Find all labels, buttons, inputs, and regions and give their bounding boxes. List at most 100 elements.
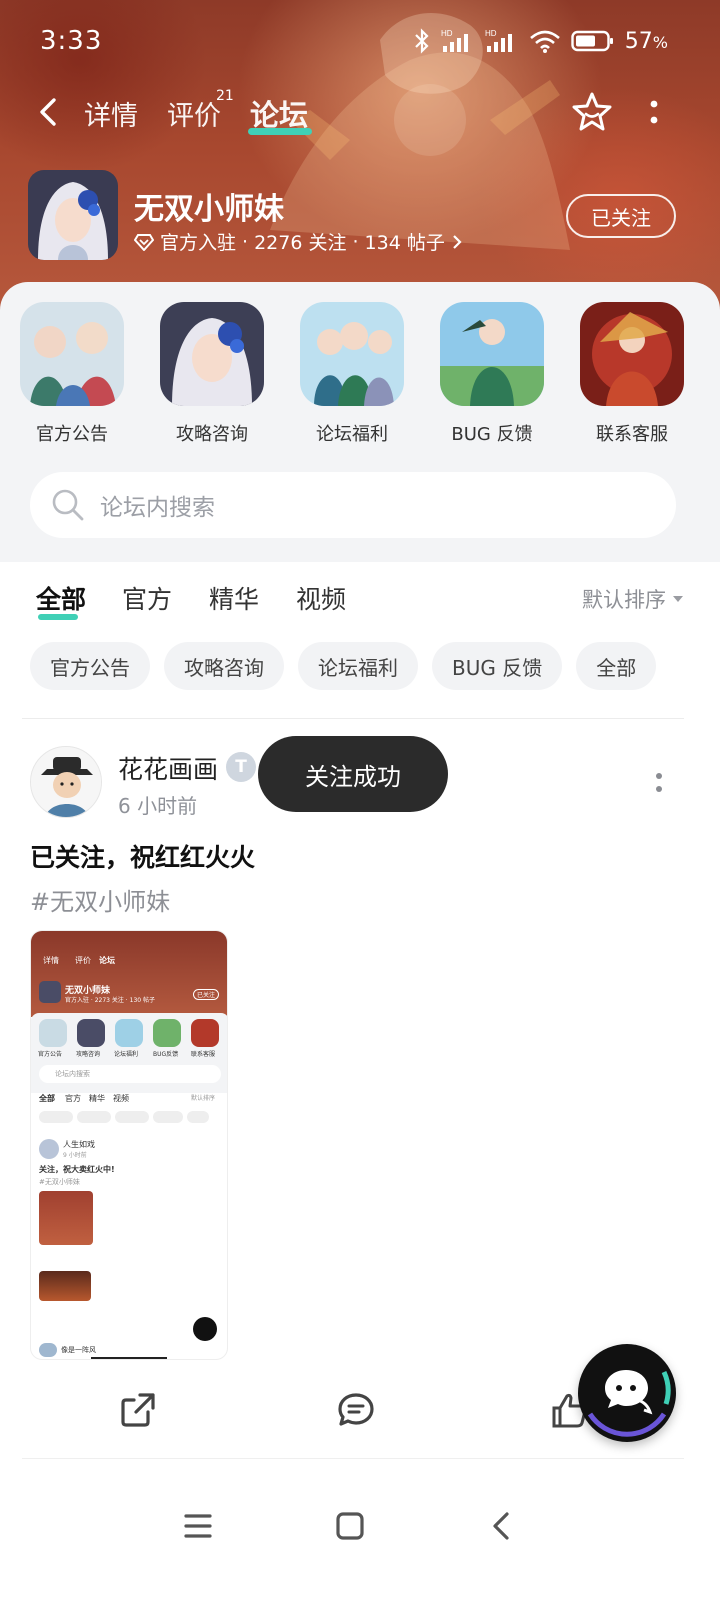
category-bug-feedback[interactable]: BUG 反馈: [422, 302, 562, 446]
forum-meta[interactable]: 官方入驻 · 2276 关注 · 134 帖子: [134, 228, 463, 255]
status-icons: HD HD 57%: [413, 28, 668, 54]
forum-search-input[interactable]: 论坛内搜索: [30, 472, 676, 538]
tab-forum-underline: [248, 128, 312, 135]
share-icon[interactable]: [118, 1390, 158, 1430]
category-icon: [440, 302, 544, 406]
svg-text:HD: HD: [485, 29, 497, 38]
mini-sort: 默认排序: [191, 1095, 216, 1102]
forum-name: 无双小师妹: [134, 192, 284, 227]
chip-bug-feedback[interactable]: BUG 反馈: [432, 642, 563, 690]
post-topic-tag[interactable]: #无双小师妹: [30, 882, 170, 917]
post-time: 6 小时前: [118, 794, 198, 818]
mini-avatar: [39, 981, 61, 1003]
battery-percent: 57%: [624, 28, 668, 54]
mini-chip-5: [187, 1111, 209, 1123]
category-official-announcement[interactable]: 官方公告: [2, 302, 142, 446]
tab-details[interactable]: 详情: [84, 94, 138, 133]
category-icon: [20, 302, 124, 406]
category-forum-welfare[interactable]: 论坛福利: [282, 302, 422, 446]
filter-tab-underline: [38, 614, 78, 620]
header-banner: 3:33 HD HD 57% 详情 评价 21 论坛 无双小师妹 官方入驻 · …: [0, 0, 720, 330]
category-icon: [160, 302, 264, 406]
status-bar: 3:33 HD HD 57%: [0, 22, 720, 62]
official-label: 官方入驻: [160, 232, 237, 254]
category-label: 官方公告: [36, 424, 108, 445]
mini-tab2-all: 全部: [39, 1094, 55, 1103]
status-time: 3:33: [40, 26, 103, 56]
mini-fab: [193, 1317, 217, 1341]
category-icon: [580, 302, 684, 406]
chip-all[interactable]: 全部: [576, 642, 657, 690]
post-title[interactable]: 已关注，祝红红火火: [30, 838, 255, 874]
back-icon[interactable]: [34, 92, 64, 132]
category-label: 攻略咨询: [176, 424, 248, 445]
posts-count: 134 帖子: [364, 232, 445, 254]
filter-tab-video[interactable]: 视频: [296, 580, 346, 616]
chat-fab-button[interactable]: [578, 1344, 676, 1442]
mini-cat-label-1: 官方公告: [38, 1051, 63, 1058]
filter-tab-all[interactable]: 全部: [36, 580, 86, 616]
post-more-icon[interactable]: [652, 770, 666, 796]
forum-avatar: [28, 170, 118, 260]
mini-cat-4: [153, 1019, 181, 1047]
mini-post-image-1: [39, 1191, 93, 1245]
battery-icon: [571, 30, 613, 52]
category-contact-service[interactable]: 联系客服: [562, 302, 702, 446]
mini-post-image-2: [39, 1271, 91, 1301]
mini-cat-5: [191, 1019, 219, 1047]
mini-chip-2: [77, 1111, 111, 1123]
mini-chip-4: [153, 1111, 183, 1123]
chat-bubble-icon: [587, 1370, 671, 1437]
post-image-screenshot[interactable]: 详情 评价 论坛 无双小师妹 官方入驻 · 2273 关注 · 130 帖子 已…: [30, 930, 228, 1360]
meta-separator: ·: [242, 230, 249, 253]
mini-cat-label-2: 攻略咨询: [76, 1051, 101, 1058]
mini-chip-1: [39, 1111, 73, 1123]
caret-down-icon: [673, 596, 683, 602]
mini-cat-2: [77, 1019, 105, 1047]
reviews-count-badge: 21: [216, 88, 234, 104]
tab-reviews[interactable]: 评价: [167, 94, 221, 133]
chip-forum-welfare[interactable]: 论坛福利: [298, 642, 418, 690]
mini-tab-forum: 论坛: [99, 956, 115, 965]
top-nav: 详情 评价 21 论坛: [0, 82, 720, 142]
mini-home-indicator: [91, 1357, 167, 1359]
chip-strategy-consult[interactable]: 攻略咨询: [164, 642, 284, 690]
post-filter-tabs: 全部 官方 精华 视频 默认排序: [0, 574, 720, 624]
filter-tab-official[interactable]: 官方: [122, 580, 172, 616]
mini-cat-label-4: BUG反馈: [153, 1051, 179, 1058]
followers-count: 2276 关注: [254, 232, 347, 254]
category-strategy-consult[interactable]: 攻略咨询: [142, 302, 282, 446]
more-options-icon[interactable]: [644, 94, 664, 130]
chip-official-announcement[interactable]: 官方公告: [30, 642, 150, 690]
mini-chip-3: [115, 1111, 149, 1123]
mini-cat-label-3: 论坛福利: [114, 1051, 139, 1058]
post-author-name[interactable]: 花花画画: [118, 750, 218, 786]
menu-recents-icon[interactable]: [178, 1506, 218, 1546]
followed-button[interactable]: 已关注: [566, 194, 676, 238]
bluetooth-icon: [415, 28, 429, 54]
mini-post-user: 人生如戏: [63, 1140, 95, 1149]
post-author-avatar[interactable]: [30, 746, 102, 818]
user-level-badge: T: [226, 752, 256, 782]
signal-hd-icon-2: HD: [485, 29, 512, 52]
mini-tab-details: 详情: [43, 956, 59, 965]
mini-post-tag: #无双小师妹: [39, 1178, 80, 1186]
mini-cat-3: [115, 1019, 143, 1047]
star-favorite-icon[interactable]: [570, 90, 614, 134]
search-placeholder: 论坛内搜索: [100, 495, 215, 521]
category-label: BUG 反馈: [451, 424, 533, 445]
meta-separator-2: ·: [352, 230, 359, 253]
filter-tab-featured[interactable]: 精华: [209, 580, 259, 616]
home-icon[interactable]: [330, 1506, 370, 1546]
search-icon: [52, 489, 84, 521]
system-back-icon[interactable]: [482, 1506, 522, 1546]
sort-dropdown[interactable]: 默认排序: [582, 584, 684, 614]
wifi-icon: [529, 30, 560, 53]
mini-tab2-official: 官方: [65, 1094, 81, 1103]
category-icon: [300, 302, 404, 406]
category-chips: 官方公告 攻略咨询 论坛福利 BUG 反馈 全部: [30, 642, 657, 690]
system-nav-bar: [0, 1490, 720, 1560]
toast-follow-success: 关注成功: [258, 736, 448, 812]
comment-icon[interactable]: [336, 1390, 376, 1430]
svg-text:HD: HD: [441, 29, 453, 38]
